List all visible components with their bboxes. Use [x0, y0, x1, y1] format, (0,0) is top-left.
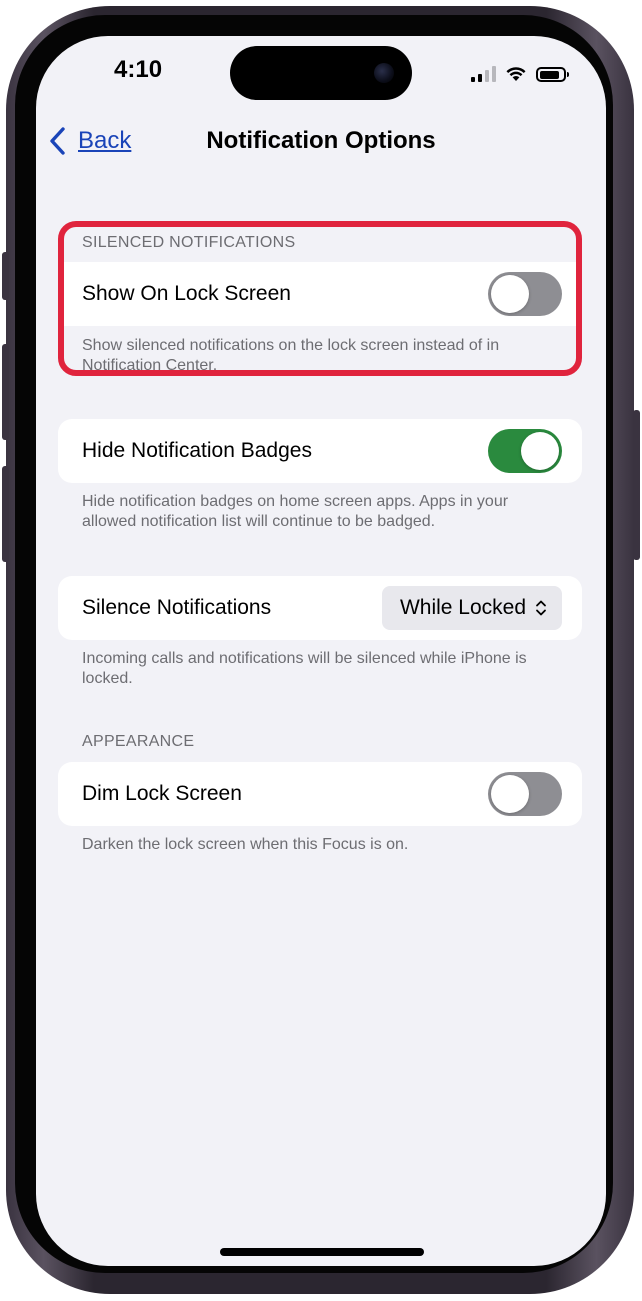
status-time: 4:10 — [114, 56, 163, 83]
volume-down-button — [2, 466, 9, 562]
dim-lock-screen-label: Dim Lock Screen — [82, 782, 242, 805]
highlight-box — [58, 221, 582, 376]
page-title: Notification Options — [206, 127, 436, 154]
silence-footer: Incoming calls and notifications will be… — [82, 650, 527, 687]
home-indicator[interactable] — [220, 1248, 424, 1256]
camera-icon — [374, 63, 394, 83]
volume-up-button — [2, 344, 9, 440]
picker-value: While Locked — [399, 596, 526, 619]
hide-badges-label: Hide Notification Badges — [82, 439, 312, 462]
action-button — [2, 252, 9, 300]
power-button — [633, 410, 640, 560]
wifi-icon — [506, 67, 526, 81]
badges-footer: Hide notification badges on home screen … — [82, 493, 509, 530]
toggle-knob — [491, 775, 529, 813]
silence-notifications-picker[interactable]: While Locked — [381, 586, 562, 630]
status-icons — [471, 62, 569, 82]
screen: 4:10 Back Notification Options SILENCED … — [36, 36, 606, 1266]
silence-notifications-row: Silence Notifications While Locked — [58, 576, 582, 640]
section-header-appearance: APPEARANCE — [82, 733, 195, 750]
appearance-footer: Darken the lock screen when this Focus i… — [82, 836, 409, 853]
stage: 4:10 Back Notification Options SILENCED … — [0, 0, 642, 1301]
dim-lock-screen-row: Dim Lock Screen — [58, 762, 582, 826]
silence-notifications-label: Silence Notifications — [82, 596, 272, 619]
chevron-up-down-icon — [536, 600, 546, 616]
cellular-signal-icon — [471, 66, 496, 82]
dynamic-island — [230, 46, 412, 100]
toggle-knob — [521, 432, 559, 470]
dim-lock-screen-toggle[interactable] — [488, 772, 562, 816]
hide-badges-toggle[interactable] — [488, 429, 562, 473]
battery-icon — [536, 67, 569, 82]
hide-badges-row: Hide Notification Badges — [58, 419, 582, 483]
